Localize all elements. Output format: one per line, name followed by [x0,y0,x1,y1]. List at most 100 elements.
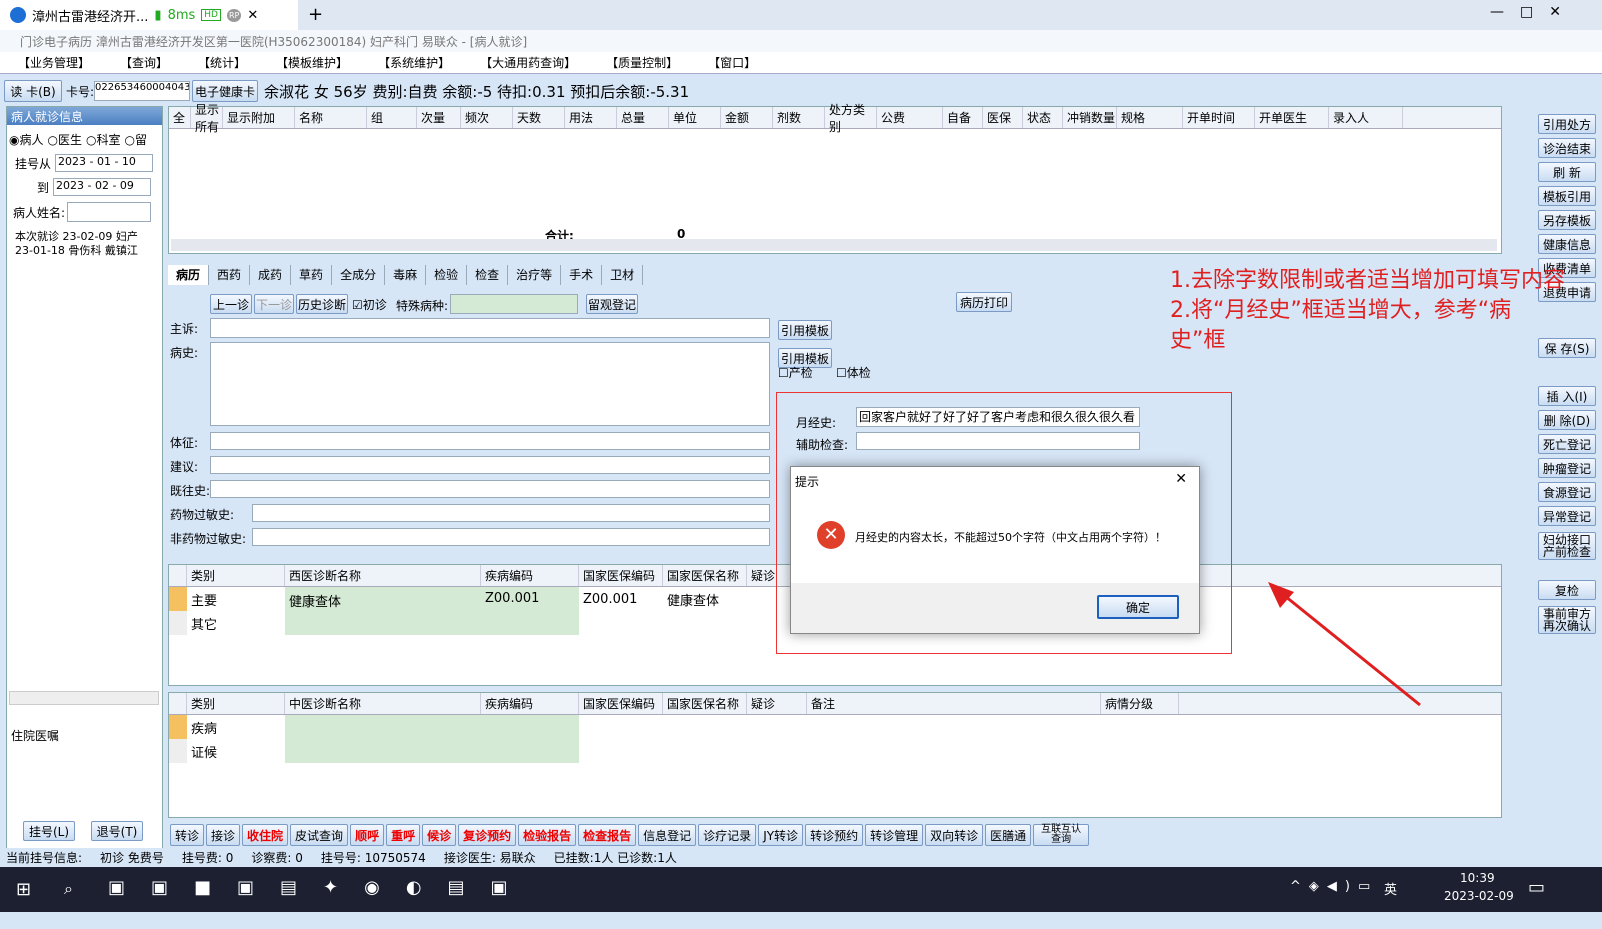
bottom-button[interactable]: 收住院 [242,824,289,846]
tab-6[interactable]: 检验 [426,265,468,285]
right-button[interactable]: 删 除(D) [1538,410,1596,430]
right-button[interactable]: 妇幼接口产前检查 [1538,532,1596,560]
register-button[interactable]: 挂号(L) [23,821,75,841]
prenatal-checkbox[interactable]: ☐产检 [778,364,813,381]
table-row[interactable]: 证候 [169,739,1501,763]
right-button[interactable]: 肿瘤登记 [1538,458,1596,478]
past-history-input[interactable] [210,480,770,498]
tab-5[interactable]: 毒麻 [385,265,427,285]
bottom-button[interactable]: 医膳通 [985,824,1032,846]
bottom-button[interactable]: 信息登记 [638,824,697,846]
right-button[interactable]: 另存模板 [1538,210,1596,230]
bottom-button[interactable]: 顺呼 [350,824,385,846]
health-card-button[interactable]: 电子健康卡 [192,80,259,102]
right-button[interactable]: 复检 [1538,580,1596,600]
tray-icons[interactable]: ^◈◀)▭ [1290,879,1378,894]
ime-lang[interactable]: 英 [1384,879,1397,898]
right-button[interactable]: 模板引用 [1538,186,1596,206]
tab-close-icon[interactable]: ✕ [247,8,258,23]
tree-item-history[interactable]: 23-01-18 骨伤科 戴镇江 [15,244,162,258]
tab-10[interactable]: 卫材 [602,265,644,285]
row-type[interactable]: 其它 [187,614,285,633]
tab-7[interactable]: 检查 [467,265,509,285]
row-name[interactable] [285,715,579,739]
prev-visit-button[interactable]: 上一诊 [210,294,252,314]
bottom-button[interactable]: 转诊 [170,824,205,846]
menu-stats[interactable]: 【统计】 [198,54,246,71]
menu-business[interactable]: 【业务管理】 [18,54,90,71]
right-button[interactable]: 诊治结束 [1538,138,1596,158]
row-type[interactable]: 主要 [187,590,285,609]
row-name[interactable]: 健康查体 [285,587,481,611]
menu-drug-query[interactable]: 【大通用药查询】 [480,54,576,71]
complaint-input[interactable] [210,318,770,338]
right-button[interactable]: 刷 新 [1538,162,1596,182]
bottom-button[interactable]: 互联互认查询 [1033,824,1090,846]
bottom-button[interactable]: 候诊 [422,824,457,846]
ok-button[interactable]: 确定 [1097,595,1179,619]
rx-scrollbar[interactable] [171,239,1497,251]
from-date-input[interactable]: 2023 - 01 - 10 [55,154,154,172]
tab-9[interactable]: 手术 [561,265,603,285]
right-button[interactable]: 事前审方再次确认 [1538,606,1596,634]
right-button[interactable]: 插 入(I) [1538,386,1596,406]
observation-button[interactable]: 留观登记 [586,294,638,314]
radio-obs[interactable]: ○留 [125,131,148,148]
next-visit-button[interactable]: 下一诊 [254,294,294,314]
tab-0[interactable]: 病历 [168,265,210,285]
unregister-button[interactable]: 退号(T) [91,821,143,841]
new-tab-icon[interactable]: + [308,4,323,25]
nondrug-allergy-input[interactable] [252,528,770,546]
bottom-button[interactable]: 皮试查询 [290,824,349,846]
first-visit-checkbox[interactable]: ☑初诊 [352,296,387,313]
dialog-close-icon[interactable]: ✕ [1175,471,1187,487]
tree-item-current[interactable]: 本次就诊 23-02-09 妇产 [15,230,162,244]
windows-start-icon[interactable]: ⊞ [16,879,31,900]
row-type[interactable]: 疾病 [187,718,285,737]
tab-3[interactable]: 草药 [291,265,333,285]
menu-template[interactable]: 【模板维护】 [276,54,348,71]
window-controls[interactable]: —□✕ [1490,4,1577,20]
bottom-button[interactable]: 复诊预约 [458,824,517,846]
right-button[interactable]: 死亡登记 [1538,434,1596,454]
print-record-button[interactable]: 病历打印 [956,292,1012,312]
tab-1[interactable]: 西药 [209,265,251,285]
menu-query[interactable]: 【查询】 [120,54,168,71]
bottom-button[interactable]: 接诊 [206,824,241,846]
radio-doctor[interactable]: ○医生 [48,131,83,148]
menu-quality[interactable]: 【质量控制】 [606,54,678,71]
bottom-button[interactable]: 重呼 [386,824,421,846]
tab-2[interactable]: 成药 [250,265,292,285]
menu-window[interactable]: 【窗口】 [708,54,756,71]
read-card-button[interactable]: 读 卡(B) [4,80,62,102]
tab-8[interactable]: 治疗等 [508,265,562,285]
sign-input[interactable] [210,432,770,450]
drug-allergy-input[interactable] [252,504,770,522]
history-diagnosis-button[interactable]: 历史诊断 [296,294,348,314]
bottom-button[interactable]: 双向转诊 [925,824,984,846]
history-textarea[interactable] [210,342,770,426]
left-scrollbar[interactable] [9,691,159,705]
right-button[interactable]: 健康信息 [1538,234,1596,254]
radio-patient[interactable]: ◉病人 [9,131,44,148]
bottom-button[interactable]: 诊疗记录 [698,824,757,846]
card-number-input[interactable]: 022653460004043( [94,81,191,101]
physical-checkbox[interactable]: ☐体检 [836,364,871,381]
advice-input[interactable] [210,456,770,474]
special-disease-input[interactable] [450,294,578,314]
to-date-input[interactable]: 2023 - 02 - 09 [53,178,152,196]
right-button[interactable]: 食源登记 [1538,482,1596,502]
browser-tab[interactable]: 漳州古雷港经济开... ▮ 8ms HD RP ✕ [0,0,298,30]
tab-4[interactable]: 全成分 [332,265,386,285]
radio-dept[interactable]: ○科室 [86,131,121,148]
notification-icon[interactable]: ▭ [1528,877,1545,898]
bottom-button[interactable]: 转诊预约 [805,824,864,846]
taskbar-apps[interactable]: ▣▣■▣▤✦◉◐▤▣ [108,877,534,898]
row-name[interactable] [285,739,579,763]
search-icon[interactable]: ⌕ [64,879,73,899]
bottom-button[interactable]: 检验报告 [518,824,577,846]
row-type[interactable]: 证候 [187,742,285,761]
patient-name-input[interactable] [67,202,152,222]
menu-system[interactable]: 【系统维护】 [378,54,450,71]
right-button[interactable]: 引用处方 [1538,114,1596,134]
